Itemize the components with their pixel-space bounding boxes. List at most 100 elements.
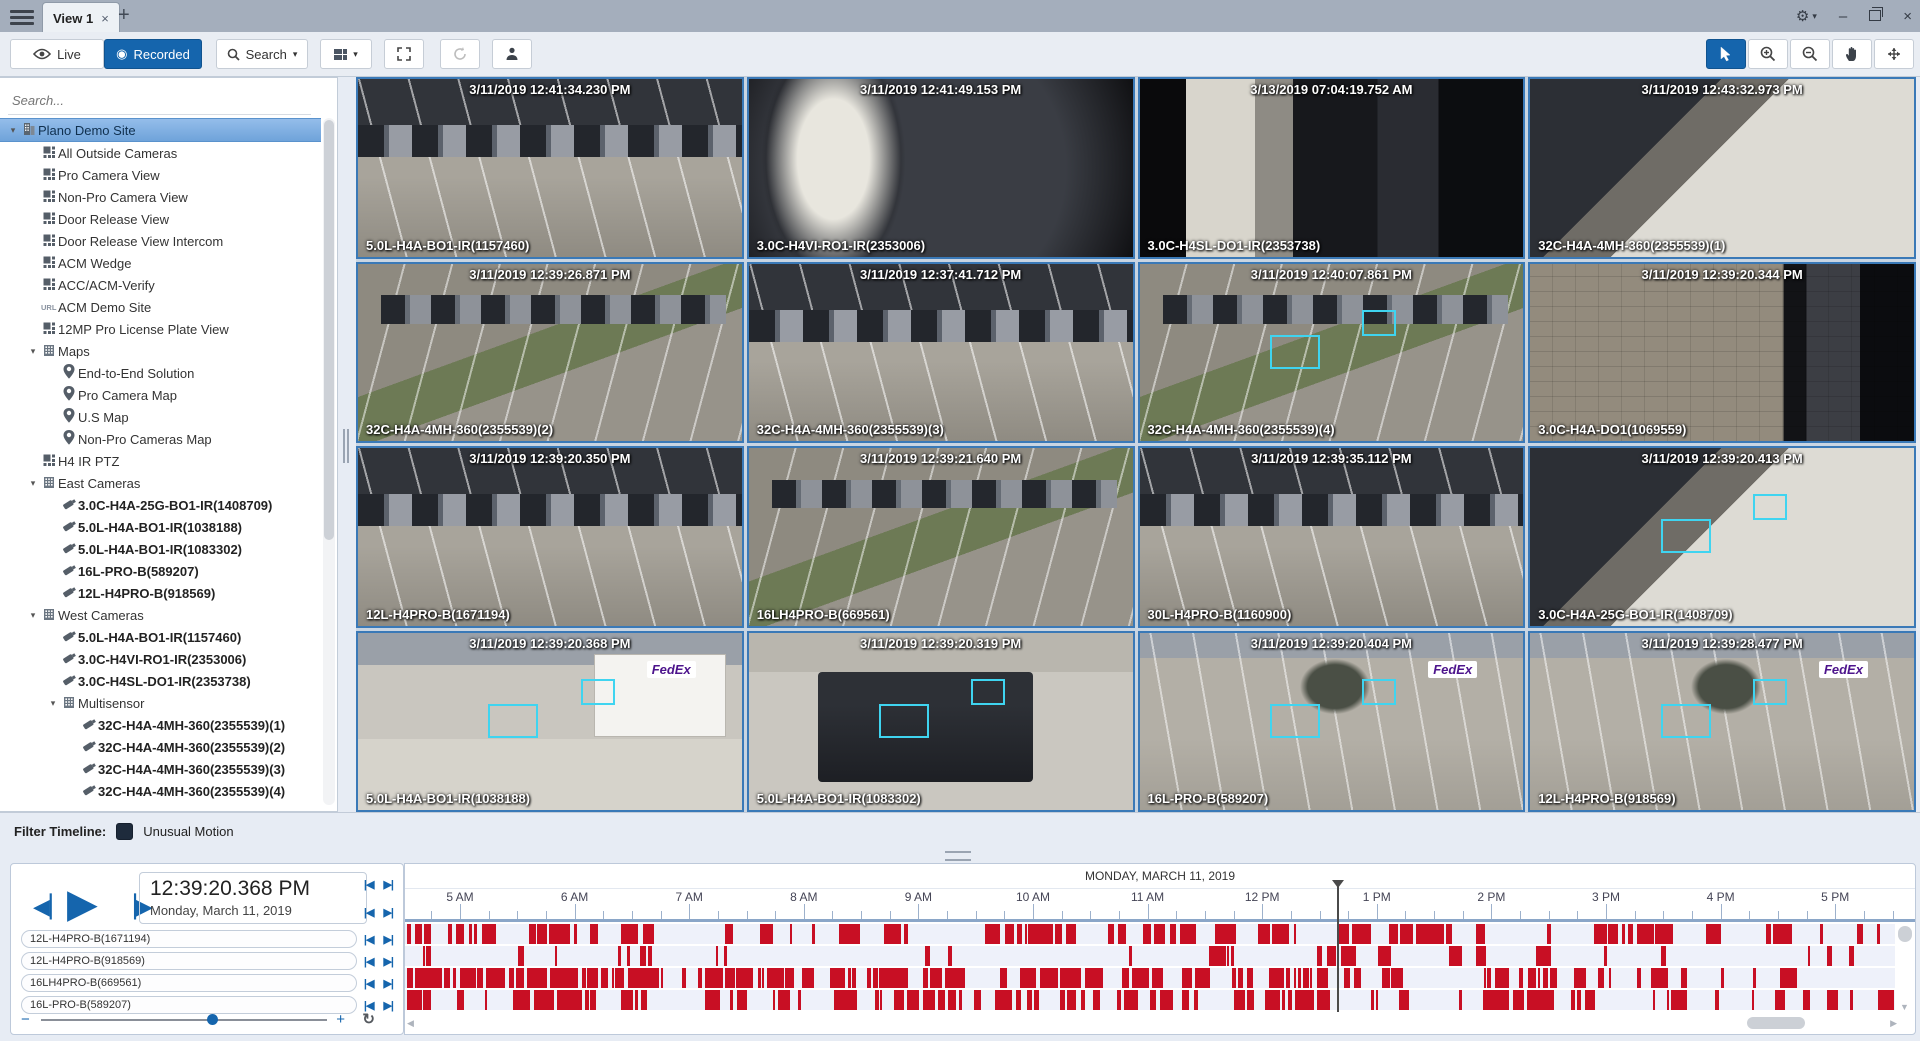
tree-item[interactable]: Non-Pro Cameras Map — [0, 428, 321, 450]
move-tool[interactable] — [1874, 39, 1914, 69]
tree-item[interactable]: 3.0C-H4A-DO1(1069559) — [0, 802, 321, 807]
timeline-ruler[interactable]: 5 AM6 AM7 AM8 AM9 AM10 AM11 AM12 PM1 PM2… — [405, 888, 1915, 922]
expand-arrow-icon[interactable]: ▾ — [26, 346, 40, 357]
settings-menu-button[interactable]: ⚙ ▾ — [1796, 9, 1817, 24]
zoom-slider-thumb[interactable] — [207, 1014, 218, 1025]
restore-button[interactable] — [1869, 9, 1881, 24]
pan-tool[interactable] — [1832, 39, 1872, 69]
previous-event-button[interactable]: |◀ — [364, 955, 374, 968]
cycle-button[interactable] — [440, 39, 480, 69]
playhead-marker[interactable] — [1337, 886, 1339, 1012]
camera-tile[interactable]: 3/11/2019 12:39:21.640 PM16LH4PRO-B(6695… — [747, 446, 1135, 628]
previous-event-button[interactable]: |◀ — [364, 878, 374, 891]
timeline-camera-pill[interactable]: 16LH4PRO-B(669561) — [21, 974, 357, 992]
recorded-button[interactable]: ◉ Recorded — [104, 39, 202, 69]
timeline-resize-handle[interactable] — [945, 851, 971, 861]
timeline-activity-lane[interactable] — [405, 968, 1895, 988]
camera-tile[interactable]: 3/11/2019 12:39:20.413 PM3.0C-H4A-25G-BO… — [1528, 446, 1916, 628]
tab-close-icon[interactable]: × — [101, 11, 109, 26]
tree-item[interactable]: 32C-H4A-4MH-360(2355539)(1) — [0, 714, 321, 736]
next-bookmark-button[interactable]: ▶| — [383, 906, 393, 919]
tab-view-1[interactable]: View 1 × — [42, 2, 120, 33]
previous-event-button[interactable]: |◀ — [364, 977, 374, 990]
loop-playback-button[interactable]: ↻ — [362, 1010, 375, 1028]
layout-button[interactable]: ▾ — [320, 39, 372, 69]
scroll-left-icon[interactable]: ◀ — [407, 1018, 414, 1029]
tree-item[interactable]: Non-Pro Camera View — [0, 186, 321, 208]
search-input[interactable] — [8, 86, 311, 115]
current-time-display[interactable]: 12:39:20.368 PM Monday, March 11, 2019 — [139, 872, 367, 924]
next-event-button[interactable]: ▶| — [383, 977, 393, 990]
tree-item[interactable]: 5.0L-H4A-BO1-IR(1038188) — [0, 516, 321, 538]
panel-splitter[interactable] — [338, 77, 356, 812]
camera-tile[interactable]: 3/11/2019 12:37:41.712 PM32C-H4A-4MH-360… — [747, 262, 1135, 444]
tree-item[interactable]: U.S Map — [0, 406, 321, 428]
timeline-activity-lane[interactable] — [405, 990, 1895, 1010]
tree-item[interactable]: ▾Plano Demo Site — [0, 118, 321, 142]
camera-tile[interactable]: 3/11/2019 12:39:20.350 PM12L-H4PRO-B(167… — [356, 446, 744, 628]
close-button[interactable]: × — [1903, 9, 1912, 24]
camera-tile[interactable]: 3/11/2019 12:39:20.319 PM5.0L-H4A-BO1-IR… — [747, 631, 1135, 813]
camera-tile[interactable]: FedEx3/11/2019 12:39:20.404 PM16L-PRO-B(… — [1138, 631, 1526, 813]
tree-item[interactable]: ACC/ACM-Verify — [0, 274, 321, 296]
select-tool[interactable] — [1706, 39, 1746, 69]
scrollbar-thumb[interactable] — [1898, 926, 1912, 942]
tree-item[interactable]: ACM Wedge — [0, 252, 321, 274]
tree-item[interactable]: ▾Maps — [0, 340, 321, 362]
add-user-button[interactable] — [492, 39, 532, 69]
tree-item[interactable]: 3.0C-H4VI-RO1-IR(2353006) — [0, 648, 321, 670]
tree-item[interactable]: 16L-PRO-B(589207) — [0, 560, 321, 582]
step-backward-button[interactable]: ◀▏ — [33, 896, 67, 918]
zoom-in-tool[interactable] — [1748, 39, 1788, 69]
camera-tile[interactable]: FedEx3/11/2019 12:39:20.368 PM5.0L-H4A-B… — [356, 631, 744, 813]
camera-tile[interactable]: 3/11/2019 12:41:34.230 PM5.0L-H4A-BO1-IR… — [356, 77, 744, 259]
tree-item[interactable]: 5.0L-H4A-BO1-IR(1157460) — [0, 626, 321, 648]
expand-arrow-icon[interactable]: ▾ — [26, 478, 40, 489]
scroll-down-icon[interactable]: ▼ — [1900, 1002, 1909, 1012]
live-button[interactable]: Live — [10, 39, 104, 69]
timeline-zoom-in-button[interactable]: + — [336, 1011, 345, 1028]
search-button[interactable]: Search ▾ — [216, 39, 308, 69]
expand-arrow-icon[interactable]: ▾ — [46, 698, 60, 709]
zoom-slider-track[interactable] — [41, 1019, 327, 1021]
tree-item[interactable]: Pro Camera Map — [0, 384, 321, 406]
camera-tile[interactable]: FedEx3/11/2019 12:39:28.477 PM12L-H4PRO-… — [1528, 631, 1916, 813]
next-event-button[interactable]: ▶| — [383, 955, 393, 968]
timeline-vertical-scrollbar[interactable]: ▼ — [1897, 924, 1913, 1012]
tree-item[interactable]: 3.0C-H4A-25G-BO1-IR(1408709) — [0, 494, 321, 516]
previous-bookmark-button[interactable]: |◀ — [364, 906, 374, 919]
expand-arrow-icon[interactable]: ▾ — [26, 610, 40, 621]
camera-tile[interactable]: 3/11/2019 12:39:35.112 PM30L-H4PRO-B(116… — [1138, 446, 1526, 628]
timeline-zoom-out-button[interactable]: − — [21, 1011, 30, 1028]
timeline-camera-pill[interactable]: 12L-H4PRO-B(1671194) — [21, 930, 357, 948]
tree-item[interactable]: 32C-H4A-4MH-360(2355539)(2) — [0, 736, 321, 758]
camera-tile[interactable]: 3/11/2019 12:41:49.153 PM3.0C-H4VI-RO1-I… — [747, 77, 1135, 259]
tree-item[interactable]: Door Release View Intercom — [0, 230, 321, 252]
next-event-button[interactable]: ▶| — [383, 933, 393, 946]
camera-tile[interactable]: 3/11/2019 12:43:32.973 PM32C-H4A-4MH-360… — [1528, 77, 1916, 259]
timeline-camera-pill[interactable]: 12L-H4PRO-B(918569) — [21, 952, 357, 970]
tree-item[interactable]: 3.0C-H4SL-DO1-IR(2353738) — [0, 670, 321, 692]
play-button[interactable]: ▶ — [67, 884, 98, 924]
expand-arrow-icon[interactable]: ▾ — [6, 125, 20, 136]
tree-item[interactable]: All Outside Cameras — [0, 142, 321, 164]
tree-item[interactable]: 32C-H4A-4MH-360(2355539)(4) — [0, 780, 321, 802]
minimize-button[interactable]: – — [1839, 9, 1847, 24]
scrollbar-thumb[interactable] — [324, 120, 334, 540]
unusual-motion-checkbox[interactable] — [116, 823, 133, 840]
hamburger-menu-icon[interactable] — [10, 7, 34, 25]
camera-tile[interactable]: 3/13/2019 07:04:19.752 AM3.0C-H4SL-DO1-I… — [1138, 77, 1526, 259]
tree-item[interactable]: URLACM Demo Site — [0, 296, 321, 318]
camera-tile[interactable]: 3/11/2019 12:40:07.861 PM32C-H4A-4MH-360… — [1138, 262, 1526, 444]
tree-item[interactable]: ▾West Cameras — [0, 604, 321, 626]
add-tab-button[interactable]: + — [118, 4, 130, 27]
tree-item[interactable]: H4 IR PTZ — [0, 450, 321, 472]
timeline-horizontal-scrollbar[interactable]: ◀ ▶ — [407, 1016, 1905, 1030]
scroll-right-icon[interactable]: ▶ — [1890, 1018, 1897, 1029]
timeline-activity-lane[interactable] — [405, 924, 1895, 944]
tree-item[interactable]: 12L-H4PRO-B(918569) — [0, 582, 321, 604]
sidebar-scrollbar[interactable] — [323, 118, 335, 805]
scrollbar-thumb[interactable] — [1747, 1017, 1805, 1029]
tree-item[interactable]: End-to-End Solution — [0, 362, 321, 384]
zoom-out-tool[interactable] — [1790, 39, 1830, 69]
